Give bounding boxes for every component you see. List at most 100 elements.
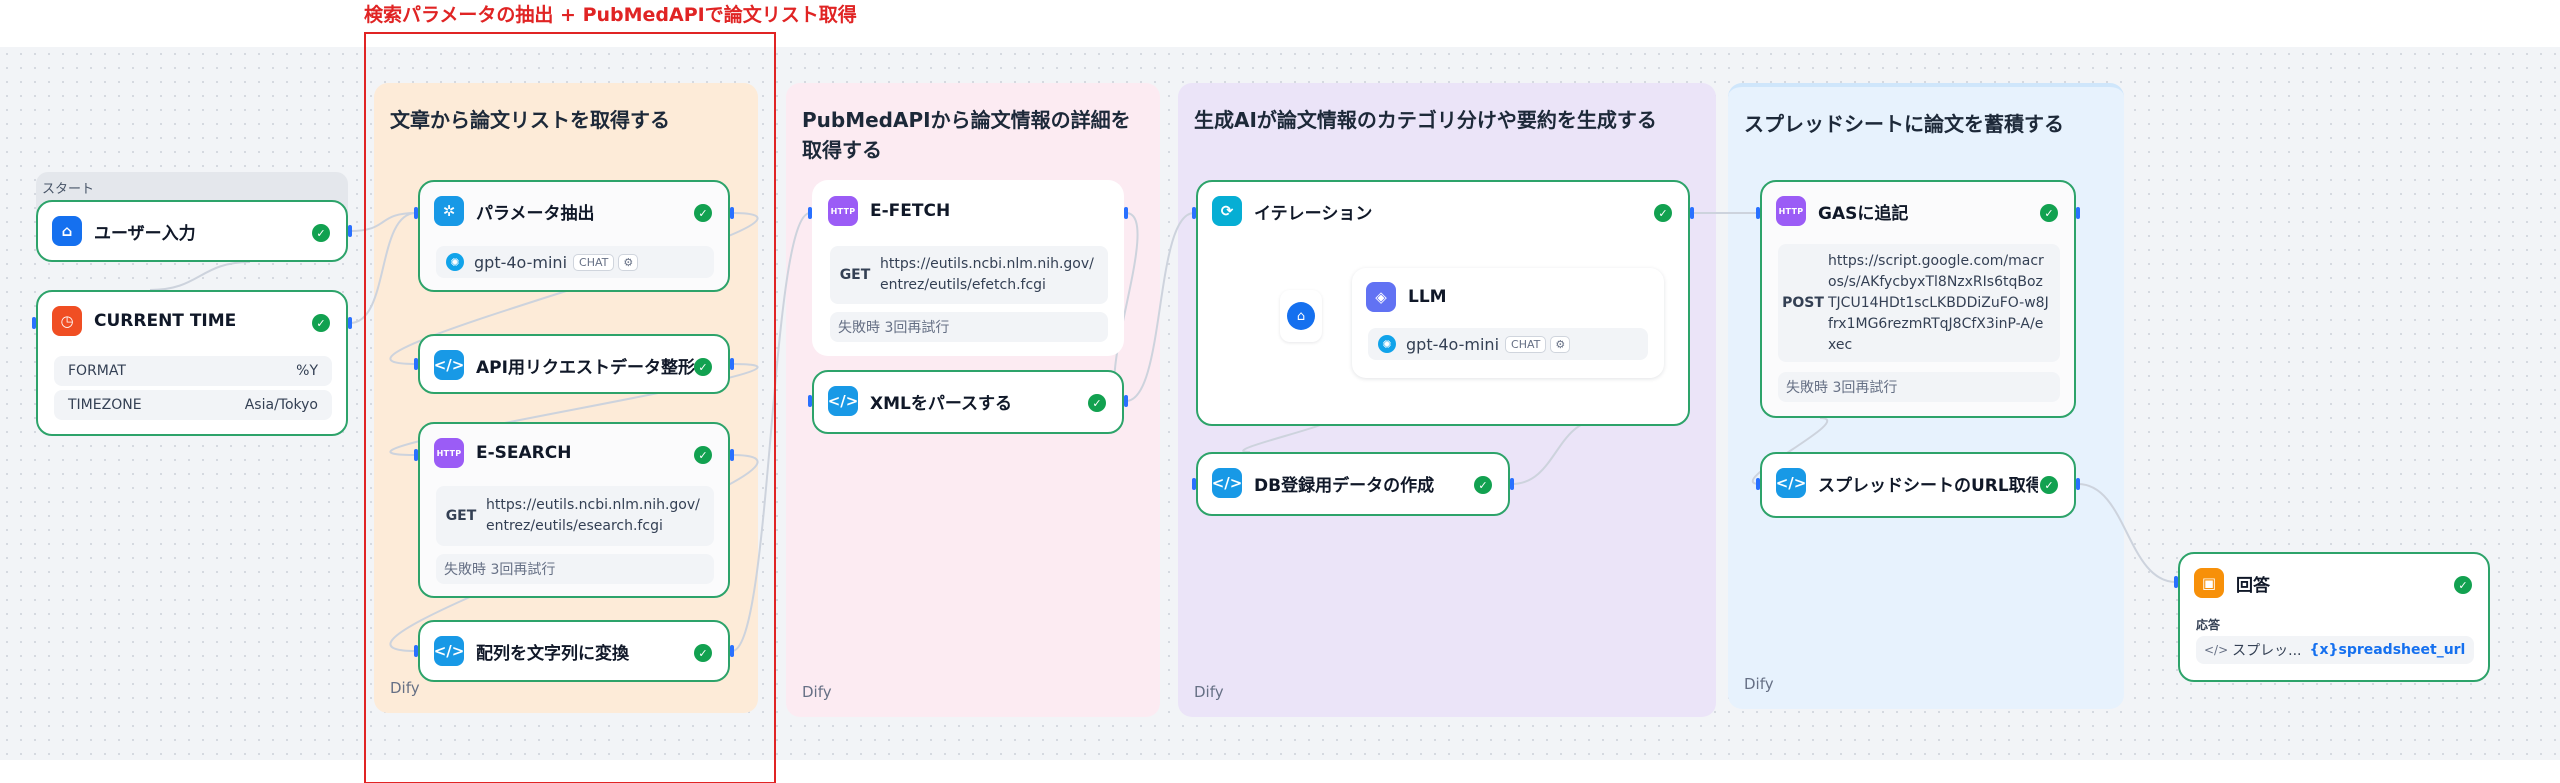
settings-icon: ⚙ [1550,335,1571,353]
home-icon: ⌂ [1287,302,1315,330]
mode-chip: CHAT [1505,335,1547,353]
llm-icon: ◈ [1366,282,1396,312]
http-method: GET [445,507,477,524]
output-handle[interactable] [1510,478,1514,490]
sheet-url-node[interactable]: </> スプレッドシートのURL取得 ✓ [1760,452,2076,518]
success-check-icon: ✓ [1088,394,1106,412]
iteration-start-bubble[interactable]: ⌂ [1280,290,1322,342]
gas-append-node[interactable]: HTTP GASに追記 ✓ POST https://script.google… [1760,180,2076,418]
request-summary: POST https://script.google.com/macros/s/… [1778,244,2060,362]
model-name: gpt-4o-mini [474,252,568,272]
output-handle[interactable] [1124,395,1128,407]
input-handle[interactable] [1756,207,1760,219]
request-summary: GET https://eutils.ncbi.nlm.nih.gov/entr… [436,486,714,546]
http-method: GET [839,266,871,283]
success-check-icon: ✓ [1474,476,1492,494]
esearch-node[interactable]: HTTP E-SEARCH ✓ GET https://eutils.ncbi.… [418,422,730,598]
output-handle[interactable] [730,449,734,461]
success-check-icon: ✓ [2454,576,2472,594]
success-check-icon: ✓ [694,446,712,464]
llm-node[interactable]: ◈ LLM ✺ gpt-4o-mini CHAT ⚙ [1352,268,1664,378]
timezone-field: TIMEZONE Asia/Tokyo [54,390,332,420]
input-handle[interactable] [1192,207,1196,219]
request-summary: GET https://eutils.ncbi.nlm.nih.gov/entr… [830,246,1108,304]
input-handle[interactable] [808,395,812,407]
success-check-icon: ✓ [312,314,330,332]
node-title: XMLをパースする [870,393,1013,414]
input-handle[interactable] [1192,478,1196,490]
output-handle[interactable] [1124,207,1128,219]
annotation-label: 検索パラメータの抽出 + PubMedAPIで論文リスト取得 [364,4,857,26]
output-handle[interactable] [348,225,352,237]
format-field: FORMAT %Y [54,356,332,386]
output-handle[interactable] [1690,207,1694,219]
input-handle[interactable] [414,358,418,370]
input-handle[interactable] [808,207,812,219]
group-footer: Dify [390,679,420,697]
input-handle[interactable] [2174,576,2178,588]
output-handle[interactable] [730,645,734,657]
user-input-node[interactable]: ⌂ ユーザー入力 ✓ [36,200,348,262]
field-key: TIMEZONE [68,397,142,413]
xml-parse-node[interactable]: </> XMLをパースする ✓ [812,370,1124,434]
code-icon: </> [2204,643,2229,657]
group-fetch-paper-list[interactable]: 文章から論文リストを取得する Dify [374,83,758,713]
success-check-icon: ✓ [694,358,712,376]
input-handle[interactable] [414,645,418,657]
input-handle[interactable] [1756,478,1760,490]
output-handle[interactable] [2076,478,2080,490]
node-title: スプレッドシートのURL取得 [1818,475,2038,496]
http-icon: HTTP [1776,196,1806,226]
model-selector[interactable]: ✺ gpt-4o-mini CHAT ⚙ [1368,328,1648,360]
group-title: 文章から論文リストを取得する [390,108,670,132]
output-handle[interactable] [730,207,734,219]
success-check-icon: ✓ [694,204,712,222]
answer-node[interactable]: ▣ 回答 ✓ 応答 </> スプレッ... {x}spreadsheet_url [2178,552,2490,682]
node-title: E-SEARCH [476,443,572,463]
field-value: Asia/Tokyo [244,397,318,413]
success-check-icon: ✓ [694,644,712,662]
request-url: https://eutils.ncbi.nlm.nih.gov/entrez/e… [880,256,1094,293]
retry-info: 失敗時 3回再試行 [436,554,714,584]
parameter-extractor-icon: ✲ [434,196,464,226]
success-check-icon: ✓ [2040,476,2058,494]
model-name: gpt-4o-mini [1406,334,1500,354]
code-icon: </> [828,386,858,416]
db-data-node[interactable]: </> DB登録用データの作成 ✓ [1196,452,1510,516]
retry-info: 失敗時 3回再試行 [830,312,1108,342]
node-title: イテレーション [1254,203,1373,224]
field-value: %Y [296,363,318,379]
node-title: GASに追記 [1818,203,1909,224]
output-handle[interactable] [348,317,352,329]
answer-sub-label: 応答 [2196,618,2221,632]
node-title: 配列を文字列に変換 [476,643,629,664]
array-to-string-node[interactable]: </> 配列を文字列に変換 ✓ [418,620,730,682]
answer-variable-ref: </> スプレッ... {x}spreadsheet_url [2196,636,2474,664]
request-url: https://eutils.ncbi.nlm.nih.gov/entrez/e… [486,497,700,534]
input-handle[interactable] [32,317,36,329]
http-method: POST [1782,294,1824,311]
iteration-icon: ⟳ [1212,196,1242,226]
node-title: E-FETCH [870,201,951,221]
start-label: スタート [42,182,95,197]
success-check-icon: ✓ [312,224,330,242]
group-title: PubMedAPIから論文情報の詳細を取得する [802,108,1131,162]
output-handle[interactable] [730,358,734,370]
input-handle[interactable] [414,449,418,461]
node-title: CURRENT TIME [94,311,237,331]
mode-chip: CHAT [573,253,615,271]
request-url: https://script.google.com/macros/s/AKfyc… [1828,252,2049,353]
code-icon: </> [1776,468,1806,498]
current-time-node[interactable]: ◷ CURRENT TIME ✓ FORMAT %Y TIMEZONE Asia/T… [36,290,348,436]
http-icon: HTTP [434,438,464,468]
parameter-extractor-node[interactable]: ✲ パラメータ抽出 ✓ ✺ gpt-4o-mini CHAT ⚙ [418,180,730,292]
code-icon: </> [1212,468,1242,498]
efetch-node[interactable]: HTTP E-FETCH GET https://eutils.ncbi.nlm… [812,180,1124,356]
input-handle[interactable] [414,207,418,219]
api-format-node[interactable]: </> API用リクエストデータ整形 ✓ [418,334,730,394]
group-footer: Dify [1744,675,1774,693]
model-selector[interactable]: ✺ gpt-4o-mini CHAT ⚙ [436,246,714,278]
output-handle[interactable] [2076,207,2080,219]
success-check-icon: ✓ [1654,204,1672,222]
group-title: 生成AIが論文情報のカテゴリ分けや要約を生成する [1194,108,1657,132]
